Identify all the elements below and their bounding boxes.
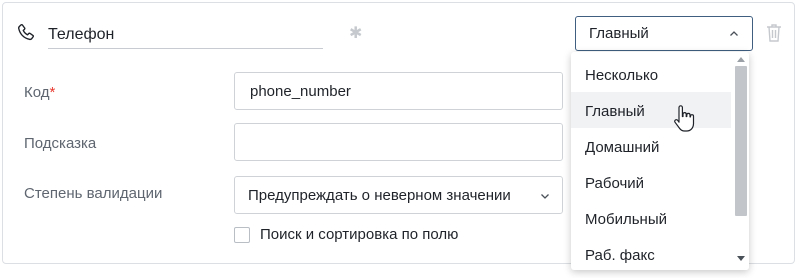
code-label: Код* bbox=[24, 84, 56, 101]
hint-label: Подсказка bbox=[24, 135, 97, 152]
hand-pointer-cursor-icon bbox=[674, 105, 695, 132]
phone-type-dropdown: Несколько Главный Домашний Рабочий Мобил… bbox=[571, 52, 749, 270]
scroll-up-arrow-icon[interactable] bbox=[737, 56, 745, 62]
phone-icon bbox=[18, 24, 34, 41]
required-asterisk: * bbox=[49, 84, 56, 101]
hint-input[interactable] bbox=[234, 123, 563, 161]
dropdown-item-main[interactable]: Главный bbox=[571, 92, 731, 128]
validation-value: Предупреждать о неверном значении bbox=[248, 187, 511, 204]
scroll-down-arrow-icon[interactable] bbox=[737, 256, 745, 262]
dropdown-item-home[interactable]: Домашний bbox=[571, 128, 731, 164]
search-sort-checkbox[interactable] bbox=[234, 227, 250, 243]
chevron-down-icon bbox=[541, 194, 549, 199]
chevron-up-icon bbox=[730, 31, 738, 36]
search-sort-label: Поиск и сортировка по полю bbox=[260, 226, 459, 243]
dropdown-item-work[interactable]: Рабочий bbox=[571, 164, 731, 200]
phone-type-select[interactable]: Главный bbox=[575, 16, 753, 51]
dropdown-item-several[interactable]: Несколько bbox=[571, 56, 731, 92]
scrollbar-thumb[interactable] bbox=[735, 66, 747, 216]
code-input[interactable] bbox=[234, 72, 563, 110]
validation-label: Степень валидации bbox=[24, 185, 163, 202]
dropdown-item-work-fax[interactable]: Раб. факс bbox=[571, 236, 731, 270]
dropdown-scrollbar[interactable] bbox=[733, 52, 749, 270]
field-name-input[interactable] bbox=[48, 15, 323, 49]
validation-select[interactable]: Предупреждать о неверном значении bbox=[234, 176, 563, 214]
dropdown-item-mobile[interactable]: Мобильный bbox=[571, 200, 731, 236]
phone-type-value: Главный bbox=[589, 25, 649, 42]
trash-icon[interactable] bbox=[764, 22, 784, 44]
required-toggle-icon[interactable]: ✱ bbox=[349, 23, 362, 43]
